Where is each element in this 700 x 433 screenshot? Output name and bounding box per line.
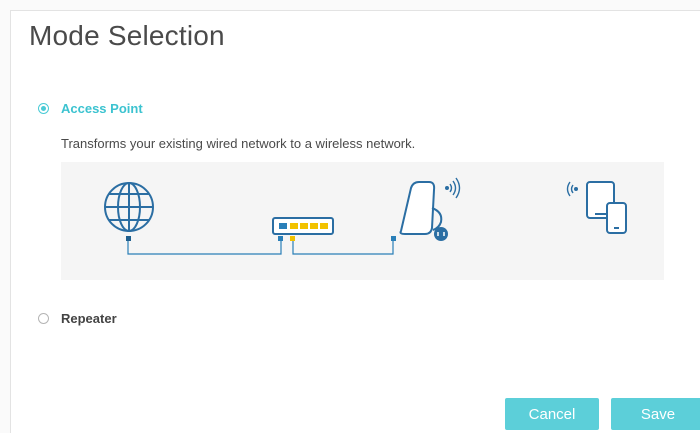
extender-port — [391, 236, 396, 241]
wifi-signal-icon — [445, 177, 461, 199]
repeater-label: Repeater — [61, 311, 117, 326]
switch-icon — [272, 217, 334, 235]
save-button[interactable]: Save — [611, 398, 700, 430]
repeater-radio[interactable] — [38, 313, 49, 324]
globe-port — [126, 236, 131, 241]
devices-icon — [586, 181, 627, 234]
cancel-button[interactable]: Cancel — [505, 398, 599, 430]
cable-lines — [127, 238, 394, 255]
repeater-option[interactable]: Repeater — [38, 311, 117, 326]
globe-icon — [104, 182, 154, 232]
switch-port-blue — [278, 236, 283, 241]
access-point-description: Transforms your existing wired network t… — [61, 136, 416, 151]
switch-port-yellow — [290, 236, 295, 241]
access-point-option[interactable]: Access Point — [38, 101, 143, 116]
access-point-radio[interactable] — [38, 103, 49, 114]
page-title: Mode Selection — [29, 20, 225, 51]
extender-icon — [399, 181, 448, 241]
network-diagram — [104, 177, 627, 255]
mode-selection-panel: Mode Selection Access Point Transforms y… — [10, 10, 700, 433]
wifi-signal-icon-devices — [566, 181, 579, 197]
access-point-label: Access Point — [61, 101, 143, 116]
access-point-diagram — [61, 162, 664, 280]
